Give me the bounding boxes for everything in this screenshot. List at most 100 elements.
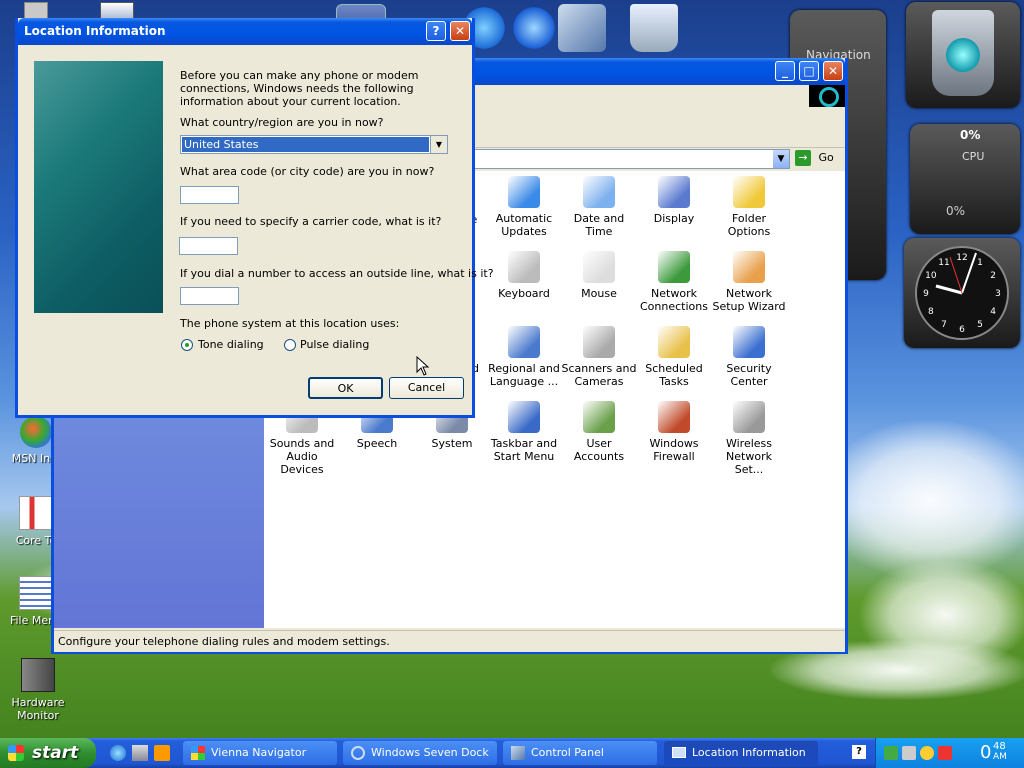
- file-menu-icon: [19, 576, 53, 610]
- taskbar-item-label: Control Panel: [531, 746, 604, 759]
- dock-control-panel-icon[interactable]: [558, 4, 606, 52]
- cp-item-label: Folder Options: [727, 212, 771, 238]
- cp-item-label: Security Center: [726, 362, 772, 388]
- cp-item-label: Date and Time: [573, 212, 625, 238]
- automatic-updates-icon: [508, 176, 540, 208]
- phone-system-label: The phone system at this location uses:: [180, 317, 400, 330]
- cp-item-user-accounts[interactable]: User Accounts: [561, 401, 637, 463]
- help-button[interactable]: ?: [426, 21, 446, 41]
- recycle-bin-gadget[interactable]: [906, 2, 1020, 108]
- cp-item-scheduled-tasks[interactable]: Scheduled Tasks: [636, 326, 712, 388]
- cp-item-wireless-network-setup[interactable]: Wireless Network Set...: [711, 401, 787, 476]
- ok-button[interactable]: OK: [308, 377, 383, 399]
- maximize-button[interactable]: □: [799, 61, 819, 81]
- cp-item-date-and-time[interactable]: Date and Time: [561, 176, 637, 238]
- dialog-close-button[interactable]: ✕: [450, 21, 470, 41]
- windows-logo-brand: [809, 85, 845, 107]
- folder-options-icon: [733, 176, 765, 208]
- go-label: Go: [818, 151, 834, 164]
- scanners-and-cameras-icon: [583, 326, 615, 358]
- tray-network-icon[interactable]: [884, 746, 898, 760]
- tone-dialing-label[interactable]: Tone dialing: [198, 338, 264, 351]
- system-tray: 0 48 AM: [875, 738, 1024, 768]
- cp-item-mouse[interactable]: Mouse: [561, 251, 637, 300]
- clock-number: 5: [977, 320, 983, 330]
- cp-item-label: Automatic Updates: [495, 212, 553, 238]
- clock-number: 12: [956, 253, 967, 263]
- taskbar-and-start-menu-icon: [508, 401, 540, 433]
- cp-item-display[interactable]: Display: [636, 176, 712, 225]
- close-button[interactable]: ✕: [823, 61, 843, 81]
- clock-number: 9: [923, 289, 929, 299]
- taskbar-item-control-panel[interactable]: Control Panel: [503, 741, 657, 765]
- cp-item-network-connections[interactable]: Network Connections: [636, 251, 712, 313]
- scheduled-tasks-icon: [658, 326, 690, 358]
- cp-item-label: Network Setup Wizard: [712, 287, 786, 313]
- vienna-app-icon: [191, 746, 205, 760]
- cp-item-label: Keyboard: [498, 287, 550, 300]
- area-code-label: What area code (or city code) are you in…: [180, 165, 435, 178]
- minimize-button[interactable]: _: [775, 61, 795, 81]
- clock-gadget: 12 1 2 3 4 5 6 7 8 9 10 11: [904, 238, 1020, 348]
- dialog-app-icon: [672, 747, 686, 758]
- pulse-dialing-radio[interactable]: [284, 339, 296, 351]
- cp-item-label: Speech: [356, 437, 398, 450]
- clock-number: 11: [938, 258, 949, 268]
- carrier-code-input[interactable]: [179, 237, 238, 255]
- media-player-icon[interactable]: [154, 745, 170, 761]
- address-dropdown-arrow-icon[interactable]: ▼: [773, 150, 789, 168]
- tray-security-icon[interactable]: [938, 746, 952, 760]
- go-arrow-icon: →: [795, 150, 811, 166]
- cp-item-label: Network Connections: [640, 287, 708, 313]
- thermometer-icon: [19, 496, 53, 530]
- user-accounts-icon: [583, 401, 615, 433]
- carrier-code-label: If you need to specify a carrier code, w…: [180, 215, 442, 228]
- cp-item-label: Scheduled Tasks: [645, 362, 703, 388]
- taskbar-item-location-information[interactable]: Location Information: [664, 741, 818, 765]
- cp-item-automatic-updates[interactable]: Automatic Updates: [486, 176, 562, 238]
- start-button[interactable]: start: [0, 738, 96, 768]
- clock-number: 10: [925, 271, 937, 281]
- desktop-icon-hardware-monitor[interactable]: Hardware Monitor: [0, 658, 78, 722]
- cpu-value-bottom: 0%: [946, 204, 966, 218]
- cp-item-regional-and-language[interactable]: Regional and Language ...: [486, 326, 562, 388]
- tray-clock[interactable]: 0 48 AM: [980, 740, 1020, 766]
- tray-messenger-icon[interactable]: [920, 746, 934, 760]
- area-code-input[interactable]: [180, 186, 239, 204]
- tray-tools-icon[interactable]: [902, 746, 916, 760]
- tone-dialing-radio[interactable]: [181, 339, 193, 351]
- cp-item-security-center[interactable]: Security Center: [711, 326, 787, 388]
- dock-media-play-icon[interactable]: [510, 4, 558, 52]
- chevron-down-icon[interactable]: ▼: [430, 136, 447, 153]
- clock-number: 2: [990, 271, 996, 281]
- intro-text: Before you can make any phone or modem c…: [180, 69, 419, 108]
- ie-quick-launch-icon[interactable]: [110, 745, 126, 761]
- clock-minute: 48: [993, 741, 1006, 752]
- cp-item-label: Sounds and Audio Devices: [269, 437, 335, 476]
- wireless-network-setup-icon: [733, 401, 765, 433]
- taskbar-item-windows-seven-dock[interactable]: Windows Seven Dock: [343, 741, 497, 765]
- language-help-icon[interactable]: ?: [852, 745, 866, 759]
- cp-item-network-setup-wizard[interactable]: Network Setup Wizard: [711, 251, 787, 313]
- taskbar: start Vienna Navigator Windows Seven Doc…: [0, 738, 1024, 768]
- keyboard-icon: [508, 251, 540, 283]
- dock-recycle-bin-icon[interactable]: [630, 4, 678, 52]
- windows-flag-icon: [8, 745, 24, 761]
- outside-line-input[interactable]: [180, 287, 239, 305]
- cp-item-label: Regional and Language ...: [488, 362, 560, 388]
- go-button[interactable]: → Go: [795, 150, 839, 168]
- cp-item-scanners-and-cameras[interactable]: Scanners and Cameras: [561, 326, 637, 388]
- pulse-dialing-label[interactable]: Pulse dialing: [300, 338, 369, 351]
- clock-number: 7: [941, 320, 947, 330]
- cp-item-windows-firewall[interactable]: Windows Firewall: [636, 401, 712, 463]
- country-label: What country/region are you in now?: [180, 116, 384, 129]
- cancel-button[interactable]: Cancel: [389, 377, 464, 399]
- taskbar-item-vienna-navigator[interactable]: Vienna Navigator: [183, 741, 337, 765]
- country-select[interactable]: United States ▼: [180, 135, 448, 154]
- dialog-titlebar[interactable]: Location Information ? ✕: [18, 18, 472, 45]
- cp-item-keyboard[interactable]: Keyboard: [486, 251, 562, 300]
- cp-item-folder-options[interactable]: Folder Options: [711, 176, 787, 238]
- cp-item-taskbar-and-start-menu[interactable]: Taskbar and Start Menu: [486, 401, 562, 463]
- show-desktop-icon[interactable]: [132, 745, 148, 761]
- dock-app-icon: [351, 746, 365, 760]
